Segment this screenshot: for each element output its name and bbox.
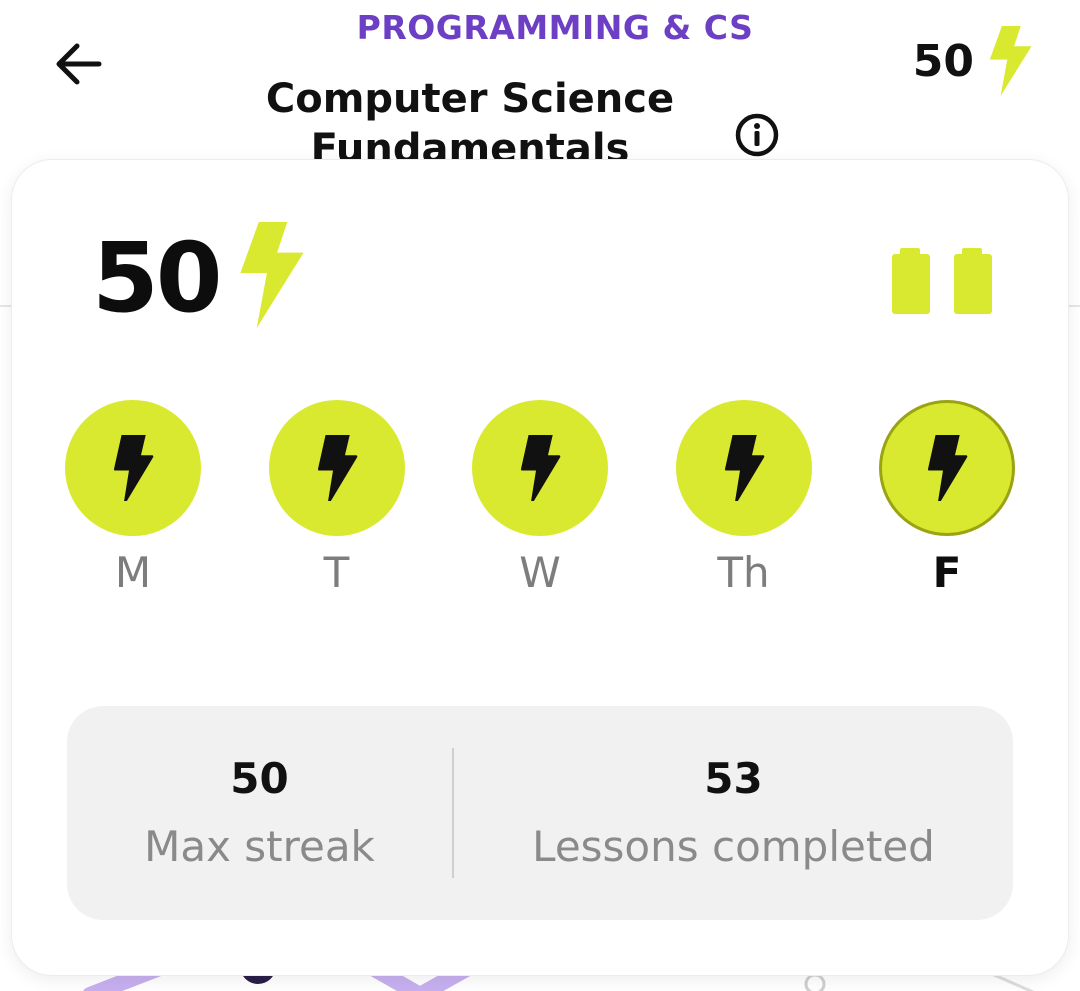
current-streak-count: 50 bbox=[92, 222, 223, 334]
lightning-bolt-icon bbox=[113, 435, 154, 501]
max-streak-stat: 50 Max streak bbox=[67, 706, 452, 920]
day-monday: M bbox=[64, 400, 202, 596]
lightning-bolt-icon bbox=[520, 435, 561, 501]
day-tuesday: T bbox=[268, 400, 406, 596]
info-icon[interactable] bbox=[733, 111, 781, 159]
day-label: Th bbox=[717, 548, 770, 597]
lessons-completed-value: 53 bbox=[704, 754, 763, 803]
streak-card: 50 M T W Th F 50 Max streak 53 Lessons c… bbox=[12, 160, 1068, 975]
day-wednesday: W bbox=[471, 400, 609, 596]
lightning-bolt-icon bbox=[989, 26, 1032, 96]
lessons-completed-label: Lessons completed bbox=[532, 822, 935, 871]
lightning-bolt-icon bbox=[240, 222, 304, 328]
max-streak-value: 50 bbox=[230, 754, 289, 803]
course-title-line-1: Computer Science bbox=[265, 76, 675, 122]
day-label-today: F bbox=[932, 548, 962, 597]
day-streak-badge bbox=[472, 400, 608, 536]
day-thursday: Th bbox=[675, 400, 813, 596]
header-streak-count: 50 bbox=[912, 35, 974, 87]
day-streak-badge bbox=[268, 400, 405, 536]
day-streak-badge bbox=[675, 400, 812, 536]
day-friday: F bbox=[878, 400, 1016, 596]
weekly-streak: M T W Th F bbox=[64, 400, 1016, 596]
lightning-bolt-icon bbox=[317, 435, 357, 501]
streak-stats: 50 Max streak 53 Lessons completed bbox=[67, 706, 1013, 920]
lightning-bolt-icon bbox=[724, 435, 764, 501]
max-streak-label: Max streak bbox=[144, 822, 375, 871]
current-streak: 50 bbox=[92, 222, 304, 334]
lessons-completed-stat: 53 Lessons completed bbox=[454, 706, 1013, 920]
day-label: T bbox=[323, 548, 350, 597]
arrow-left-icon bbox=[56, 43, 102, 85]
day-label: M bbox=[114, 548, 152, 597]
battery-freeze-icon[interactable] bbox=[892, 248, 992, 314]
day-label: W bbox=[519, 548, 561, 597]
course-title: Computer Science Fundamentals bbox=[230, 74, 710, 174]
day-streak-badge-today bbox=[879, 400, 1015, 536]
lightning-bolt-icon bbox=[927, 435, 968, 501]
header-streak-button[interactable]: 50 bbox=[913, 26, 1032, 96]
day-streak-badge bbox=[65, 400, 201, 536]
